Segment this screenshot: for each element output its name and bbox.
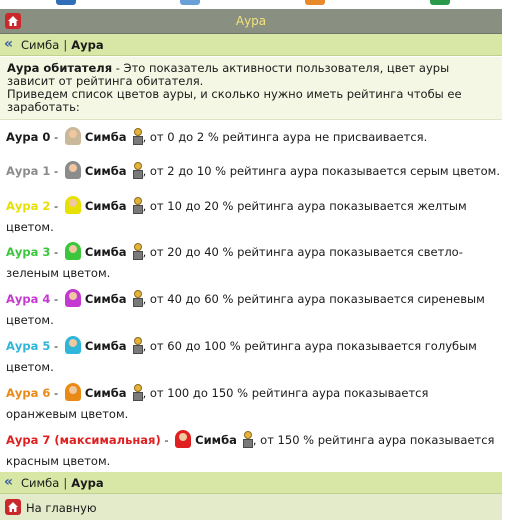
nav-icon-2[interactable] [180, 0, 200, 5]
aura-level-text-cont: цветом. [6, 313, 54, 327]
aura-level-row: Аура 3 - Симба , от 20 до 40 % рейтинга а… [0, 235, 502, 283]
home-icon[interactable] [5, 499, 21, 515]
aura-level-row: Аура 6 - Симба , от 100 до 150 % рейтинга… [0, 376, 502, 424]
aura-level-row: Аура 5 - Симба , от 60 до 100 % рейтинга … [0, 329, 502, 377]
aura-level-text-cont: цветом. [6, 360, 54, 374]
avatar-icon[interactable] [64, 383, 81, 401]
dash: - [50, 339, 62, 353]
aura-level-text-cont: оранжевым цветом. [6, 407, 129, 421]
user-name-link[interactable]: Симба [85, 130, 127, 144]
user-name-link[interactable]: Симба [195, 433, 237, 447]
aura-level-row: Аура 1 - Симба , от 2 до 10 % рейтинга ау… [0, 154, 502, 190]
avatar-icon[interactable] [64, 336, 81, 354]
user-name-link[interactable]: Симба [85, 245, 127, 259]
avatar-icon[interactable] [64, 161, 81, 179]
aura-level-text: , от 0 до 2 % рейтинга аура не присваива… [142, 130, 428, 144]
user-name-link[interactable]: Симба [85, 292, 127, 306]
aura-level-row: Аура 7 (максимальная) - Симба , от 150 % … [0, 423, 502, 473]
intro-lead: Приведем список цветов ауры, и сколько н… [7, 87, 462, 114]
aura-level-text: , от 20 до 40 % рейтинга аура показывает… [142, 245, 463, 259]
user-name-link[interactable]: Симба [85, 164, 127, 178]
user-name-link[interactable]: Симба [85, 339, 127, 353]
aura-level-text: , от 2 до 10 % рейтинга аура показываетс… [142, 164, 500, 178]
intro-term: Аура обитателя [7, 61, 113, 75]
aura-level-label: Аура 1 [6, 164, 51, 178]
rank-badge-icon [132, 384, 143, 401]
breadcrumb-bottom: « Симба | Аура [0, 472, 502, 494]
rank-badge-icon [132, 197, 143, 214]
dash: - [160, 433, 173, 447]
rank-badge-icon [132, 290, 143, 307]
nav-icon-1[interactable] [56, 0, 76, 5]
aura-level-label: Аура 2 [6, 199, 51, 213]
aura-level-row: Аура 0 - Симба , от 0 до 2 % рейтинга аур… [0, 120, 502, 155]
double-chevron-left-icon[interactable]: « [4, 36, 13, 52]
avatar-icon[interactable] [64, 127, 81, 145]
aura-level-label: Аура 3 [6, 245, 51, 259]
aura-level-row: Аура 4 - Симба , от 40 до 60 % рейтинга а… [0, 282, 502, 330]
avatar-icon[interactable] [175, 430, 192, 448]
breadcrumb: « Симба | Аура [0, 34, 502, 56]
rank-badge-icon [132, 128, 143, 145]
breadcrumb-separator: | [63, 38, 68, 52]
nav-icon-4[interactable] [430, 0, 450, 5]
avatar-icon[interactable] [64, 196, 81, 214]
aura-level-text-cont: красным цветом. [6, 454, 111, 468]
aura-level-label: Аура 7 (максимальная) [6, 433, 161, 447]
aura-level-label: Аура 0 [6, 130, 51, 144]
double-chevron-left-icon[interactable]: « [4, 474, 13, 490]
dash: - [50, 130, 62, 144]
rank-badge-icon [132, 243, 143, 260]
breadcrumb-current: Аура [71, 476, 104, 490]
aura-level-text: , от 150 % рейтинга аура показывается [252, 433, 495, 447]
dash: - [50, 199, 62, 213]
aura-level-text: , от 40 до 60 % рейтинга аура показывает… [142, 292, 485, 306]
aura-level-row: Аура 2 - Симба , от 10 до 20 % рейтинга а… [0, 189, 502, 236]
aura-level-text: , от 10 до 20 % рейтинга аура показывает… [142, 199, 467, 213]
nav-icon-3[interactable] [305, 0, 325, 5]
breadcrumb-parent-link[interactable]: Симба [21, 476, 59, 490]
dash: - [50, 292, 62, 306]
aura-level-text-cont: цветом. [6, 220, 54, 234]
aura-level-text-cont: зеленым цветом. [6, 266, 111, 280]
intro-text: Аура обитателя - Это показатель активнос… [7, 62, 495, 114]
avatar-icon[interactable] [64, 242, 81, 260]
rank-badge-icon [242, 431, 253, 448]
aura-level-label: Аура 4 [6, 292, 51, 306]
home-link[interactable]: На главную [26, 501, 97, 515]
intro-panel: Аура обитателя - Это показатель активнос… [0, 57, 502, 120]
user-name-link[interactable]: Симба [85, 386, 127, 400]
dash: - [50, 386, 62, 400]
aura-level-text: , от 100 до 150 % рейтинга аура показыва… [142, 386, 429, 400]
breadcrumb-current: Аура [71, 38, 104, 52]
dash: - [50, 164, 62, 178]
aura-level-label: Аура 6 [6, 386, 51, 400]
footer: На главную [0, 494, 502, 520]
breadcrumb-separator: | [63, 476, 68, 490]
rank-badge-icon [132, 337, 143, 354]
title-bar: Аура [0, 9, 502, 34]
dash: - [50, 245, 62, 259]
avatar-icon[interactable] [64, 289, 81, 307]
user-name-link[interactable]: Симба [85, 199, 127, 213]
aura-level-label: Аура 5 [6, 339, 51, 353]
aura-level-text: , от 60 до 100 % рейтинга аура показывае… [142, 339, 477, 353]
page-title: Аура [235, 14, 267, 28]
breadcrumb-parent-link[interactable]: Симба [21, 38, 59, 52]
top-icon-strip [0, 0, 505, 7]
rank-badge-icon [132, 162, 143, 179]
